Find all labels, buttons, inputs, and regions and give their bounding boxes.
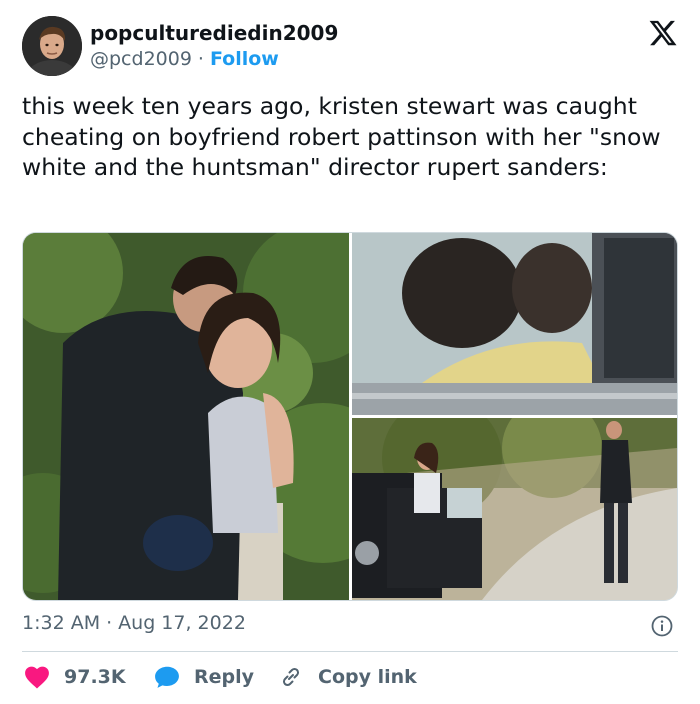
info-icon[interactable] [650,614,674,638]
link-icon [282,667,300,687]
timestamp[interactable]: 1:32 AM · Aug 17, 2022 [22,612,246,634]
avatar[interactable] [22,16,82,76]
copy-link-label: Copy link [318,666,417,688]
tweet-time: 1:32 AM [22,612,101,634]
follow-button[interactable]: Follow [210,48,279,70]
author-display-name[interactable]: popculturediedin2009 [90,21,338,45]
photo-car-window-image [352,233,677,415]
x-logo-icon[interactable] [648,18,678,48]
handle-separator: · [197,48,204,70]
author-handle[interactable]: @pcd2009 [90,48,192,70]
tweet-card: popculturediedin2009 @pcd2009 · Follow thi… [0,0,700,704]
divider [22,651,678,652]
copy-link-button[interactable]: Copy link [278,662,417,692]
photo-car-window[interactable] [352,233,677,415]
tweet-date: Aug 17, 2022 [118,612,246,634]
like-button[interactable]: 97.3K [24,662,126,692]
reply-label: Reply [194,666,255,688]
tweet-text: this week ten years ago, kristen stewart… [22,92,661,182]
photo-couple-hugging-image [23,233,349,600]
person-avatar-icon [22,16,82,76]
reply-button[interactable]: Reply [154,662,254,692]
photo-couple-hugging[interactable] [23,233,349,600]
action-bar: 97.3K Reply Copy link [22,662,678,692]
like-count: 97.3K [64,666,126,688]
media-grid [22,232,678,601]
timestamp-separator: · [106,612,113,634]
heart-icon [25,666,49,689]
photo-dirt-road[interactable] [352,418,677,600]
reply-bubble-icon [155,666,179,688]
author-handle-row: @pcd2009 · Follow [90,48,279,70]
photo-dirt-road-image [352,418,677,600]
